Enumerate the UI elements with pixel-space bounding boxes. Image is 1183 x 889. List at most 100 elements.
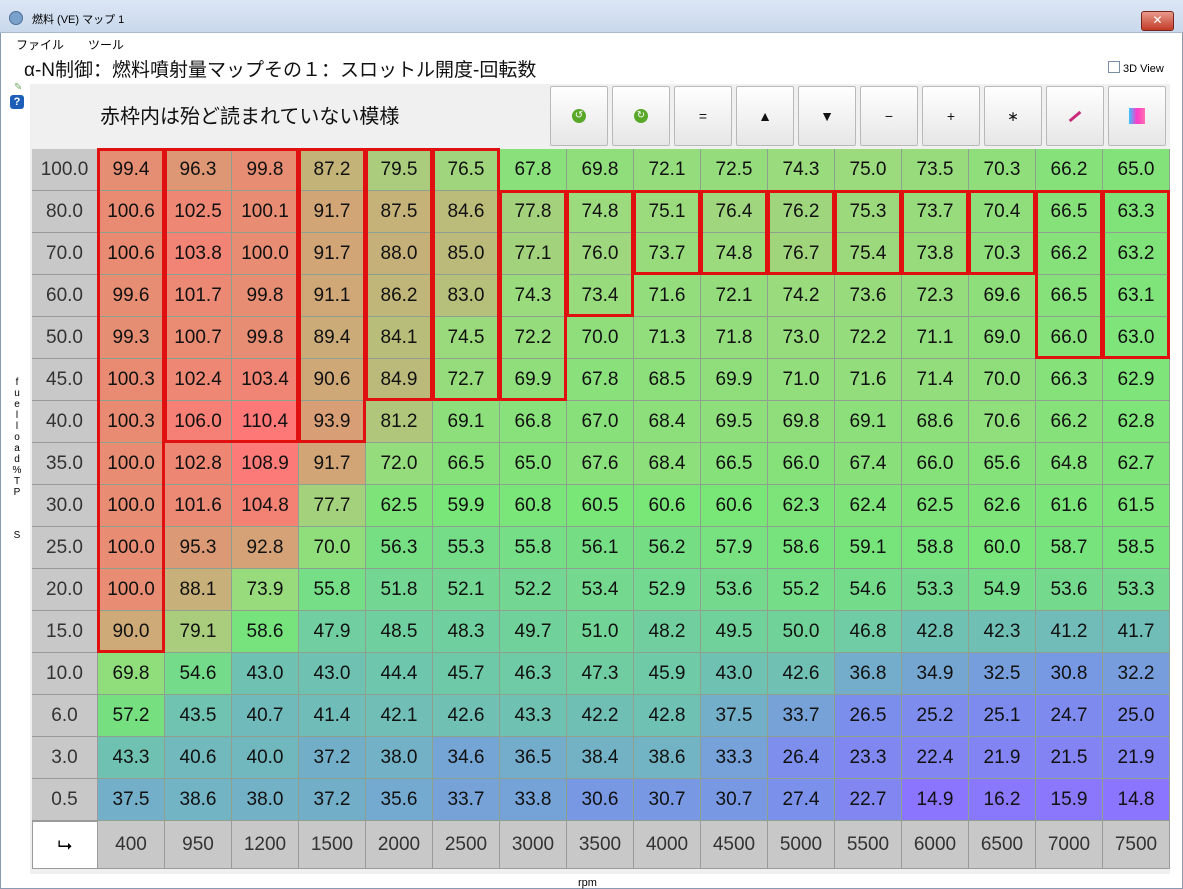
map-cell[interactable]: 100.7 (165, 317, 232, 359)
map-cell[interactable]: 26.5 (835, 695, 902, 737)
map-cell[interactable]: 55.8 (299, 569, 366, 611)
map-cell[interactable]: 49.5 (701, 611, 768, 653)
map-cell[interactable]: 72.7 (433, 359, 500, 401)
map-cell[interactable]: 90.0 (98, 611, 165, 653)
map-cell[interactable]: 66.2 (1036, 149, 1103, 191)
map-cell[interactable]: 43.5 (165, 695, 232, 737)
map-cell[interactable]: 70.0 (969, 359, 1036, 401)
map-cell[interactable]: 45.9 (634, 653, 701, 695)
map-cell[interactable]: 66.0 (1036, 317, 1103, 359)
map-cell[interactable]: 72.0 (366, 443, 433, 485)
map-cell[interactable]: 73.7 (634, 233, 701, 275)
map-cell[interactable]: 91.7 (299, 233, 366, 275)
map-cell[interactable]: 16.2 (969, 779, 1036, 821)
map-cell[interactable]: 69.1 (835, 401, 902, 443)
map-cell[interactable]: 25.1 (969, 695, 1036, 737)
map-cell[interactable]: 63.3 (1103, 191, 1170, 233)
map-cell[interactable]: 73.5 (902, 149, 969, 191)
map-cell[interactable]: 54.6 (165, 653, 232, 695)
map-cell[interactable]: 74.5 (433, 317, 500, 359)
map-cell[interactable]: 99.8 (232, 149, 299, 191)
map-cell[interactable]: 68.4 (634, 443, 701, 485)
map-cell[interactable]: 76.2 (768, 191, 835, 233)
map-cell[interactable]: 38.0 (232, 779, 299, 821)
help-icon[interactable]: ? (10, 95, 24, 109)
map-cell[interactable]: 41.4 (299, 695, 366, 737)
map-cell[interactable]: 103.8 (165, 233, 232, 275)
map-cell[interactable]: 71.0 (768, 359, 835, 401)
map-cell[interactable]: 63.0 (1103, 317, 1170, 359)
map-cell[interactable]: 73.7 (902, 191, 969, 233)
map-cell[interactable]: 38.6 (165, 779, 232, 821)
map-cell[interactable]: 65.0 (500, 443, 567, 485)
map-cell[interactable]: 66.5 (433, 443, 500, 485)
add-button[interactable]: + (922, 86, 980, 146)
map-cell[interactable]: 53.4 (567, 569, 634, 611)
map-cell[interactable]: 48.5 (366, 611, 433, 653)
map-cell[interactable]: 72.5 (701, 149, 768, 191)
map-cell[interactable]: 42.1 (366, 695, 433, 737)
map-cell[interactable]: 83.0 (433, 275, 500, 317)
map-cell[interactable]: 74.3 (500, 275, 567, 317)
map-cell[interactable]: 40.0 (232, 737, 299, 779)
decrease-button[interactable]: ▼ (798, 86, 856, 146)
map-cell[interactable]: 32.5 (969, 653, 1036, 695)
map-cell[interactable]: 99.8 (232, 317, 299, 359)
map-cell[interactable]: 69.9 (701, 359, 768, 401)
map-cell[interactable]: 40.7 (232, 695, 299, 737)
map-cell[interactable]: 102.4 (165, 359, 232, 401)
map-cell[interactable]: 57.2 (98, 695, 165, 737)
map-cell[interactable]: 95.3 (165, 527, 232, 569)
map-cell[interactable]: 74.2 (768, 275, 835, 317)
map-cell[interactable]: 62.6 (969, 485, 1036, 527)
map-cell[interactable]: 57.9 (701, 527, 768, 569)
map-cell[interactable]: 33.3 (701, 737, 768, 779)
map-cell[interactable]: 27.4 (768, 779, 835, 821)
map-cell[interactable]: 70.0 (299, 527, 366, 569)
view3d-toggle[interactable]: 3D View (1108, 61, 1164, 75)
map-cell[interactable]: 104.8 (232, 485, 299, 527)
increase-button[interactable]: ▲ (736, 86, 794, 146)
map-cell[interactable]: 62.8 (1103, 401, 1170, 443)
map-cell[interactable]: 43.3 (98, 737, 165, 779)
map-cell[interactable]: 70.3 (969, 149, 1036, 191)
map-cell[interactable]: 75.3 (835, 191, 902, 233)
map-cell[interactable]: 100.3 (98, 359, 165, 401)
map-cell[interactable]: 76.5 (433, 149, 500, 191)
menu-file[interactable]: ファイル (16, 36, 64, 53)
map-cell[interactable]: 45.7 (433, 653, 500, 695)
map-cell[interactable]: 30.7 (701, 779, 768, 821)
map-cell[interactable]: 69.8 (567, 149, 634, 191)
map-cell[interactable]: 62.5 (902, 485, 969, 527)
map-cell[interactable]: 21.9 (1103, 737, 1170, 779)
map-cell[interactable]: 53.3 (1103, 569, 1170, 611)
map-cell[interactable]: 69.0 (969, 317, 1036, 359)
map-cell[interactable]: 33.8 (500, 779, 567, 821)
map-cell[interactable]: 60.6 (634, 485, 701, 527)
map-cell[interactable]: 84.1 (366, 317, 433, 359)
axis-swap-button[interactable]: ⮡ (32, 821, 98, 869)
map-cell[interactable]: 21.9 (969, 737, 1036, 779)
map-cell[interactable]: 55.3 (433, 527, 500, 569)
map-cell[interactable]: 37.5 (701, 695, 768, 737)
map-cell[interactable]: 66.2 (1036, 233, 1103, 275)
map-cell[interactable]: 42.6 (433, 695, 500, 737)
map-cell[interactable]: 110.4 (232, 401, 299, 443)
map-cell[interactable]: 108.9 (232, 443, 299, 485)
map-cell[interactable]: 32.2 (1103, 653, 1170, 695)
map-cell[interactable]: 66.2 (1036, 401, 1103, 443)
map-cell[interactable]: 66.0 (768, 443, 835, 485)
map-cell[interactable]: 73.6 (835, 275, 902, 317)
map-cell[interactable]: 70.0 (567, 317, 634, 359)
map-cell[interactable]: 77.7 (299, 485, 366, 527)
map-cell[interactable]: 43.3 (500, 695, 567, 737)
map-cell[interactable]: 71.4 (902, 359, 969, 401)
map-cell[interactable]: 71.3 (634, 317, 701, 359)
map-cell[interactable]: 79.1 (165, 611, 232, 653)
map-cell[interactable]: 91.7 (299, 191, 366, 233)
map-cell[interactable]: 33.7 (768, 695, 835, 737)
map-cell[interactable]: 37.2 (299, 737, 366, 779)
map-cell[interactable]: 100.6 (98, 233, 165, 275)
map-cell[interactable]: 46.8 (835, 611, 902, 653)
map-cell[interactable]: 60.8 (500, 485, 567, 527)
